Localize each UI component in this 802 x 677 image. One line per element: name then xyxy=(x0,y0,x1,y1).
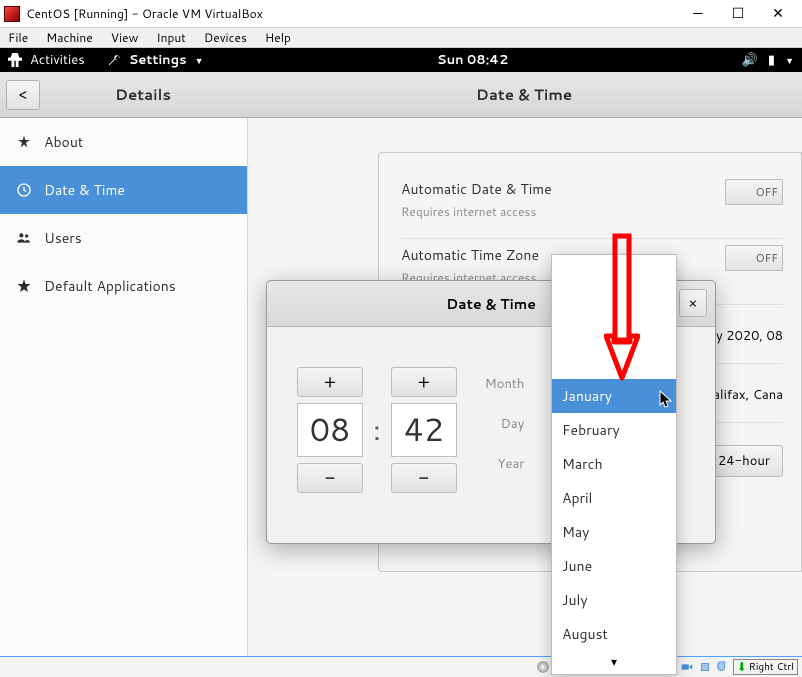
auto-dt-sub: Requires internet access xyxy=(401,203,552,220)
header-title-details: Details xyxy=(40,84,246,105)
sidebar: About Date & Time Users Default Applicat… xyxy=(0,118,248,656)
sidebar-item-label: Default Applications xyxy=(44,276,176,296)
dialog-close-button[interactable]: × xyxy=(679,289,707,317)
auto-dt-toggle[interactable]: OFF xyxy=(725,179,783,205)
host-key-indicator[interactable]: ⬇ Right Ctrl xyxy=(733,659,798,675)
mouse-integration-icon[interactable] xyxy=(715,659,731,675)
day-label: Day xyxy=(485,415,525,433)
app-menu-label[interactable]: Settings xyxy=(129,51,187,69)
minute-spinner: + 42 − xyxy=(391,367,457,493)
back-button[interactable]: < xyxy=(6,80,40,110)
maximize-button[interactable]: ☐ xyxy=(718,2,758,26)
chevron-down-icon: ▼ xyxy=(195,54,204,67)
annotation-arrow-icon xyxy=(604,232,640,388)
plus-icon xyxy=(16,134,32,150)
minute-increment[interactable]: + xyxy=(391,367,457,397)
volume-icon[interactable]: 🔊 xyxy=(742,51,758,69)
mouse-cursor-icon xyxy=(659,390,673,416)
minimize-button[interactable]: — xyxy=(678,2,718,26)
menu-view[interactable]: View xyxy=(111,29,139,46)
star-icon xyxy=(16,278,32,294)
month-option-june[interactable]: June xyxy=(552,549,676,583)
menu-help[interactable]: Help xyxy=(265,29,291,46)
activities-button[interactable]: Activities xyxy=(30,51,85,69)
auto-dt-label: Automatic Date & Time xyxy=(401,179,552,199)
header-title-datetime: Date & Time xyxy=(246,84,802,105)
host-key-label: Right Ctrl xyxy=(749,660,794,674)
vbox-app-icon xyxy=(4,6,20,22)
battery-icon[interactable]: ▮ xyxy=(768,51,775,69)
arrow-down-icon: ⬇ xyxy=(737,660,747,674)
auto-tz-toggle[interactable]: OFF xyxy=(725,245,783,271)
minute-decrement[interactable]: − xyxy=(391,463,457,493)
minute-value[interactable]: 42 xyxy=(391,403,457,457)
vbox-statusbar: ⬇ Right Ctrl xyxy=(0,656,802,677)
users-icon xyxy=(16,230,32,246)
date-labels: Month Day Year xyxy=(485,367,525,493)
month-option-august[interactable]: August xyxy=(552,617,676,651)
settings-app-icon xyxy=(107,53,121,67)
processor-icon[interactable] xyxy=(697,659,713,675)
sidebar-item-datetime[interactable]: Date & Time xyxy=(0,166,247,214)
sidebar-item-label: Date & Time xyxy=(44,180,125,200)
vbox-titlebar: CentOS [Running] - Oracle VM VirtualBox … xyxy=(0,0,802,28)
sidebar-item-about[interactable]: About xyxy=(0,118,247,166)
month-option-march[interactable]: March xyxy=(552,447,676,481)
sidebar-item-users[interactable]: Users xyxy=(0,214,247,262)
menu-devices[interactable]: Devices xyxy=(204,29,247,46)
sidebar-item-label: About xyxy=(44,132,83,152)
dropdown-more-icon[interactable]: ▾ xyxy=(552,651,676,674)
month-label: Month xyxy=(485,375,525,393)
month-option-february[interactable]: February xyxy=(552,413,676,447)
menu-machine[interactable]: Machine xyxy=(46,29,93,46)
year-label: Year xyxy=(485,455,525,473)
hour-decrement[interactable]: − xyxy=(297,463,363,493)
recording-icon[interactable] xyxy=(679,659,695,675)
hour-increment[interactable]: + xyxy=(297,367,363,397)
time-format-button[interactable]: 24-hour xyxy=(705,445,783,477)
chevron-down-icon[interactable]: ▼ xyxy=(785,54,794,67)
vbox-menubar: File Machine View Input Devices Help xyxy=(0,28,802,48)
vbox-title: CentOS [Running] - Oracle VM VirtualBox xyxy=(26,5,678,22)
hour-value[interactable]: 08 xyxy=(297,403,363,457)
menu-input[interactable]: Input xyxy=(156,29,186,46)
clock-icon xyxy=(16,182,32,198)
time-editor: + 08 − : + 42 − xyxy=(297,367,457,493)
gnome-clock[interactable]: Sun 08:42 xyxy=(204,51,742,69)
month-option-april[interactable]: April xyxy=(552,481,676,515)
hour-spinner: + 08 − xyxy=(297,367,363,493)
gnome-logo-icon xyxy=(8,53,22,67)
month-option-july[interactable]: July xyxy=(552,583,676,617)
gnome-topbar: Activities Settings ▼ Sun 08:42 🔊 ▮ ▼ xyxy=(0,48,802,72)
sidebar-item-label: Users xyxy=(44,228,82,248)
sidebar-item-default-apps[interactable]: Default Applications xyxy=(0,262,247,310)
disk-icon[interactable] xyxy=(535,659,551,675)
auto-tz-label: Automatic Time Zone xyxy=(401,245,539,265)
menu-file[interactable]: File xyxy=(8,29,28,46)
row-auto-datetime: Automatic Date & Time Requires internet … xyxy=(401,173,783,239)
settings-headerbar: < Details Date & Time xyxy=(0,72,802,118)
time-colon: : xyxy=(373,410,381,450)
close-button[interactable]: ✕ xyxy=(758,2,798,26)
month-option-may[interactable]: May xyxy=(552,515,676,549)
